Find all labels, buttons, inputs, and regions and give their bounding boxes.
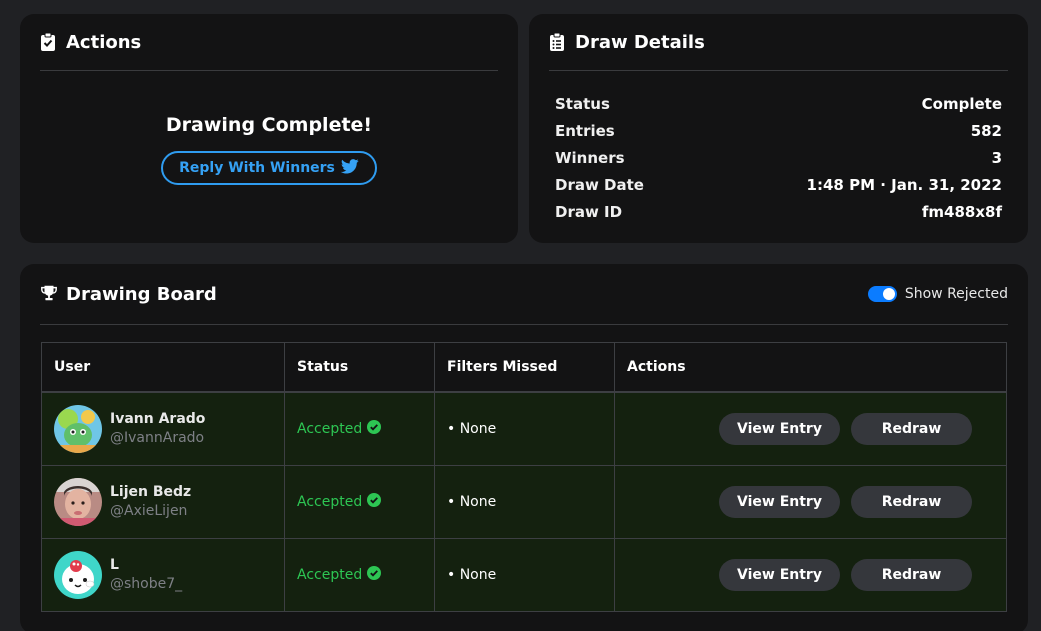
user-cell: L @shobe7_ [42, 539, 284, 611]
status-cell: Accepted [284, 393, 434, 465]
column-header-filters-missed: Filters Missed [434, 343, 614, 391]
detail-row-winners: Winners 3 [555, 144, 1002, 171]
redraw-button[interactable]: Redraw [851, 413, 972, 445]
user-cell: Ivann Arado @IvannArado [42, 393, 284, 465]
detail-value: 1:48 PM · Jan. 31, 2022 [806, 175, 1002, 194]
status-text: Accepted [297, 567, 363, 583]
twitter-icon [340, 158, 359, 178]
detail-label: Draw Date [555, 175, 644, 194]
user-name: Ivann Arado [110, 411, 206, 427]
clipboard-list-icon [549, 32, 567, 52]
filters-missed-cell: • None [434, 539, 614, 611]
check-circle-icon [367, 566, 382, 584]
show-rejected-toggle[interactable] [867, 286, 897, 302]
user-handle[interactable]: @shobe7_ [110, 575, 182, 594]
draw-details-card: Draw Details Status Complete Entries 582… [529, 14, 1028, 243]
detail-label: Status [555, 94, 610, 113]
status-text: Accepted [297, 421, 363, 437]
detail-value: fm488x8f [921, 202, 1002, 221]
entries-table: User Status Filters Missed Actions Ivann… [41, 342, 1007, 612]
trophy-icon [40, 284, 58, 304]
drawing-complete-text: Drawing Complete! [165, 114, 373, 136]
filters-missed-text: • None [447, 567, 497, 583]
avatar [54, 551, 102, 599]
check-circle-icon [367, 493, 382, 511]
detail-row-draw-date: Draw Date 1:48 PM · Jan. 31, 2022 [555, 171, 1002, 198]
redraw-button[interactable]: Redraw [851, 559, 972, 591]
status-text: Accepted [297, 494, 363, 510]
filters-missed-text: • None [447, 421, 497, 437]
user-cell: Lijen Bedz @AxieLijen [42, 466, 284, 538]
detail-value: 582 [970, 121, 1002, 140]
actions-header: Actions [40, 14, 498, 71]
column-header-user: User [54, 359, 91, 375]
column-header-status: Status [284, 343, 434, 391]
detail-label: Draw ID [555, 202, 623, 221]
actions-cell: View Entry Redraw [614, 539, 1006, 611]
details-title: Draw Details [575, 31, 705, 53]
actions-cell: View Entry Redraw [614, 393, 1006, 465]
toggle-knob [882, 288, 895, 300]
detail-value: Complete [921, 94, 1002, 113]
user-name: Lijen Bedz [110, 484, 192, 500]
board-header: Drawing Board Show Rejected [40, 264, 1008, 325]
detail-label: Entries [555, 121, 615, 140]
status-badge: Accepted [297, 420, 382, 438]
status-badge: Accepted [297, 566, 382, 584]
detail-value: 3 [991, 148, 1002, 167]
redraw-button[interactable]: Redraw [851, 486, 972, 518]
actions-cell: View Entry Redraw [614, 466, 1006, 538]
reply-with-winners-button[interactable]: Reply With Winners [161, 151, 377, 185]
show-rejected-label: Show Rejected [904, 286, 1008, 302]
table-header-row: User Status Filters Missed Actions [42, 343, 1006, 392]
table-row: L @shobe7_ Accepted • None View Entry Re… [42, 538, 1006, 611]
view-entry-button[interactable]: View Entry [719, 486, 840, 518]
status-badge: Accepted [297, 493, 382, 511]
detail-row-entries: Entries 582 [555, 117, 1002, 144]
column-header-actions: Actions [614, 343, 1006, 391]
table-row: Ivann Arado @IvannArado Accepted • None … [42, 392, 1006, 465]
table-row: Lijen Bedz @AxieLijen Accepted • None Vi… [42, 465, 1006, 538]
details-header: Draw Details [549, 14, 1008, 71]
filters-missed-cell: • None [434, 393, 614, 465]
detail-row-status: Status Complete [555, 90, 1002, 117]
filters-missed-text: • None [447, 494, 497, 510]
user-handle[interactable]: @IvannArado [110, 429, 205, 448]
check-circle-icon [367, 420, 382, 438]
avatar [54, 478, 102, 526]
drawing-board-card: Drawing Board Show Rejected User Status … [20, 264, 1028, 631]
actions-card: Actions Drawing Complete! Reply With Win… [20, 14, 518, 243]
actions-title: Actions [66, 31, 142, 53]
detail-label: Winners [555, 148, 625, 167]
user-name: L [110, 557, 119, 573]
reply-button-label: Reply With Winners [179, 160, 335, 176]
status-cell: Accepted [284, 539, 434, 611]
user-handle[interactable]: @AxieLijen [110, 502, 191, 521]
detail-row-draw-id: Draw ID fm488x8f [555, 198, 1002, 225]
avatar [54, 405, 102, 453]
view-entry-button[interactable]: View Entry [719, 559, 840, 591]
status-cell: Accepted [284, 466, 434, 538]
board-title: Drawing Board [66, 283, 217, 305]
show-rejected-toggle-wrap: Show Rejected [867, 286, 1008, 302]
clipboard-check-icon [40, 32, 58, 52]
view-entry-button[interactable]: View Entry [719, 413, 840, 445]
filters-missed-cell: • None [434, 466, 614, 538]
